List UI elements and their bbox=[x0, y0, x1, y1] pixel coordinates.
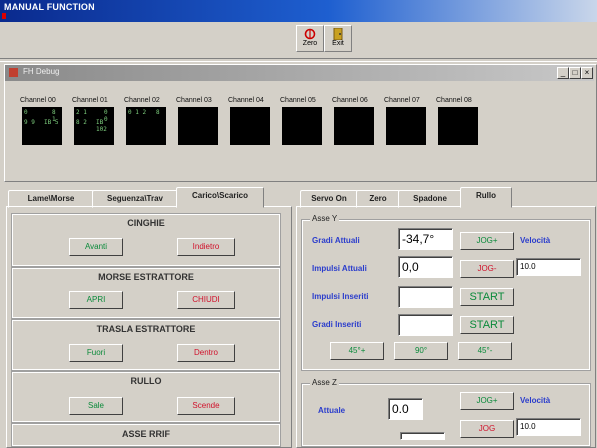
channel-monitor bbox=[178, 107, 218, 145]
asse-z-title: Asse Z bbox=[310, 378, 339, 387]
channel-readout: IB 102 bbox=[96, 119, 107, 133]
avanti-button[interactable]: Avanti bbox=[69, 238, 123, 256]
channel-monitor: 2 10 08 2 IB 102 bbox=[74, 107, 114, 145]
fuori-button[interactable]: Fuori bbox=[69, 344, 123, 362]
gradi-inseriti-input[interactable] bbox=[398, 314, 453, 336]
channel-monitor bbox=[282, 107, 322, 145]
jog-plus-y-button[interactable]: JOG+ bbox=[460, 232, 514, 250]
cinghie-group: CINGHIE Avanti Indietro bbox=[11, 213, 281, 267]
rullo-group: RULLO Sale Scende bbox=[11, 371, 281, 423]
channel-readout: 8 2 bbox=[76, 119, 87, 126]
close-button[interactable]: × bbox=[581, 67, 593, 79]
morse-estrattore-group: MORSE ESTRATTORE APRI CHIUDI bbox=[11, 267, 281, 319]
channel-monitor bbox=[230, 107, 270, 145]
channel-readout: 9 9 bbox=[24, 119, 35, 126]
asse-rrif-group: ASSE RRIF bbox=[11, 423, 281, 447]
jog-minus-z-button[interactable]: JOG bbox=[460, 420, 514, 438]
gradi-inseriti-label: Gradi Inseriti bbox=[312, 320, 362, 329]
channel-readout: IB 5 bbox=[44, 119, 59, 126]
jog-minus-y-button[interactable]: JOG- bbox=[460, 260, 514, 278]
debug-title-bar: FH Debug _ □ × bbox=[5, 65, 594, 81]
sale-button[interactable]: Sale bbox=[69, 397, 123, 415]
impulsi-inseriti-input[interactable] bbox=[398, 286, 453, 308]
zero-label: Zero bbox=[302, 40, 318, 47]
velocita-y-label: Velocità bbox=[520, 236, 551, 245]
window-title: MANUAL FUNCTION bbox=[4, 2, 95, 12]
channel-monitor bbox=[386, 107, 426, 145]
window-title-bar: MANUAL FUNCTION bbox=[0, 0, 597, 22]
velocita-z-input[interactable]: 10.0 bbox=[516, 418, 581, 436]
channel-label: Channel 04 bbox=[228, 97, 264, 104]
channel-monitor bbox=[438, 107, 478, 145]
channel-monitor: 08 19 9 IB 5 bbox=[22, 107, 62, 145]
channel-readout: 0 1 2 bbox=[128, 109, 147, 116]
minimize-button[interactable]: _ bbox=[557, 67, 569, 79]
gradi-attuali-label: Gradi Attuali bbox=[312, 236, 360, 245]
asse-z-group bbox=[301, 383, 591, 447]
trasla-estrattore-title: TRASLA ESTRATTORE bbox=[96, 324, 196, 334]
asse-rrif-title: ASSE RRIF bbox=[121, 429, 170, 439]
preset-45-plus-button[interactable]: 45°+ bbox=[330, 342, 384, 360]
rullo-title: RULLO bbox=[130, 376, 162, 386]
channel-monitor: 0 1 2 8 bbox=[126, 107, 166, 145]
zero-icon bbox=[304, 28, 316, 40]
toolbar-divider bbox=[0, 58, 597, 62]
channel-label: Channel 03 bbox=[176, 97, 212, 104]
channel-label: Channel 08 bbox=[436, 97, 472, 104]
asse-y-title: Asse Y bbox=[310, 214, 340, 223]
cinghie-title: CINGHIE bbox=[127, 218, 165, 228]
chiudi-button[interactable]: CHIUDI bbox=[177, 291, 235, 309]
velocita-z-label: Velocità bbox=[520, 396, 551, 405]
channel-label: Channel 02 bbox=[124, 97, 160, 104]
impulsi-inseriti-label: Impulsi Inseriti bbox=[312, 292, 369, 301]
gradi-attuali-value: -34,7° bbox=[398, 228, 453, 250]
jog-plus-z-button[interactable]: JOG+ bbox=[460, 392, 514, 410]
velocita-y-input[interactable]: 10.0 bbox=[516, 258, 581, 276]
status-indicator bbox=[2, 13, 6, 19]
apri-button[interactable]: APRI bbox=[69, 291, 123, 309]
channel-monitor bbox=[334, 107, 374, 145]
dentro-button[interactable]: Dentro bbox=[177, 344, 235, 362]
exit-button[interactable]: Exit bbox=[324, 25, 352, 52]
start-impulsi-button[interactable]: START bbox=[460, 288, 514, 306]
tab-carico-scarico[interactable]: Carico\Scarico bbox=[176, 187, 264, 208]
attuale-value: 0.0 bbox=[388, 398, 423, 420]
channel-readout: 2 1 bbox=[76, 109, 87, 116]
preset-90-button[interactable]: 90° bbox=[394, 342, 448, 360]
impulsi-attuali-label: Impulsi Attuali bbox=[312, 264, 367, 273]
channel-label: Channel 00 bbox=[20, 97, 56, 104]
channel-label: Channel 07 bbox=[384, 97, 420, 104]
trasla-estrattore-group: TRASLA ESTRATTORE Fuori Dentro bbox=[11, 319, 281, 371]
scende-button[interactable]: Scende bbox=[177, 397, 235, 415]
preset-45-minus-button[interactable]: 45°- bbox=[458, 342, 512, 360]
indietro-button[interactable]: Indietro bbox=[177, 238, 235, 256]
channel-readout: 8 bbox=[156, 109, 160, 116]
debug-title: FH Debug bbox=[23, 67, 60, 76]
channel-label: Channel 05 bbox=[280, 97, 316, 104]
channel-label: Channel 06 bbox=[332, 97, 368, 104]
attuale-label: Attuale bbox=[318, 406, 346, 415]
channel-label: Channel 01 bbox=[72, 97, 108, 104]
zero-button[interactable]: Zero bbox=[296, 25, 324, 52]
start-gradi-button[interactable]: START bbox=[460, 316, 514, 334]
app-icon bbox=[9, 68, 18, 77]
morse-estrattore-title: MORSE ESTRATTORE bbox=[98, 272, 194, 282]
exit-door-icon bbox=[333, 28, 343, 40]
channel-readout: 0 bbox=[24, 109, 28, 116]
tab-rullo[interactable]: Rullo bbox=[460, 187, 512, 208]
exit-label: Exit bbox=[332, 40, 344, 47]
impulsi-attuali-value: 0,0 bbox=[398, 256, 453, 278]
restore-button[interactable]: □ bbox=[569, 67, 581, 79]
